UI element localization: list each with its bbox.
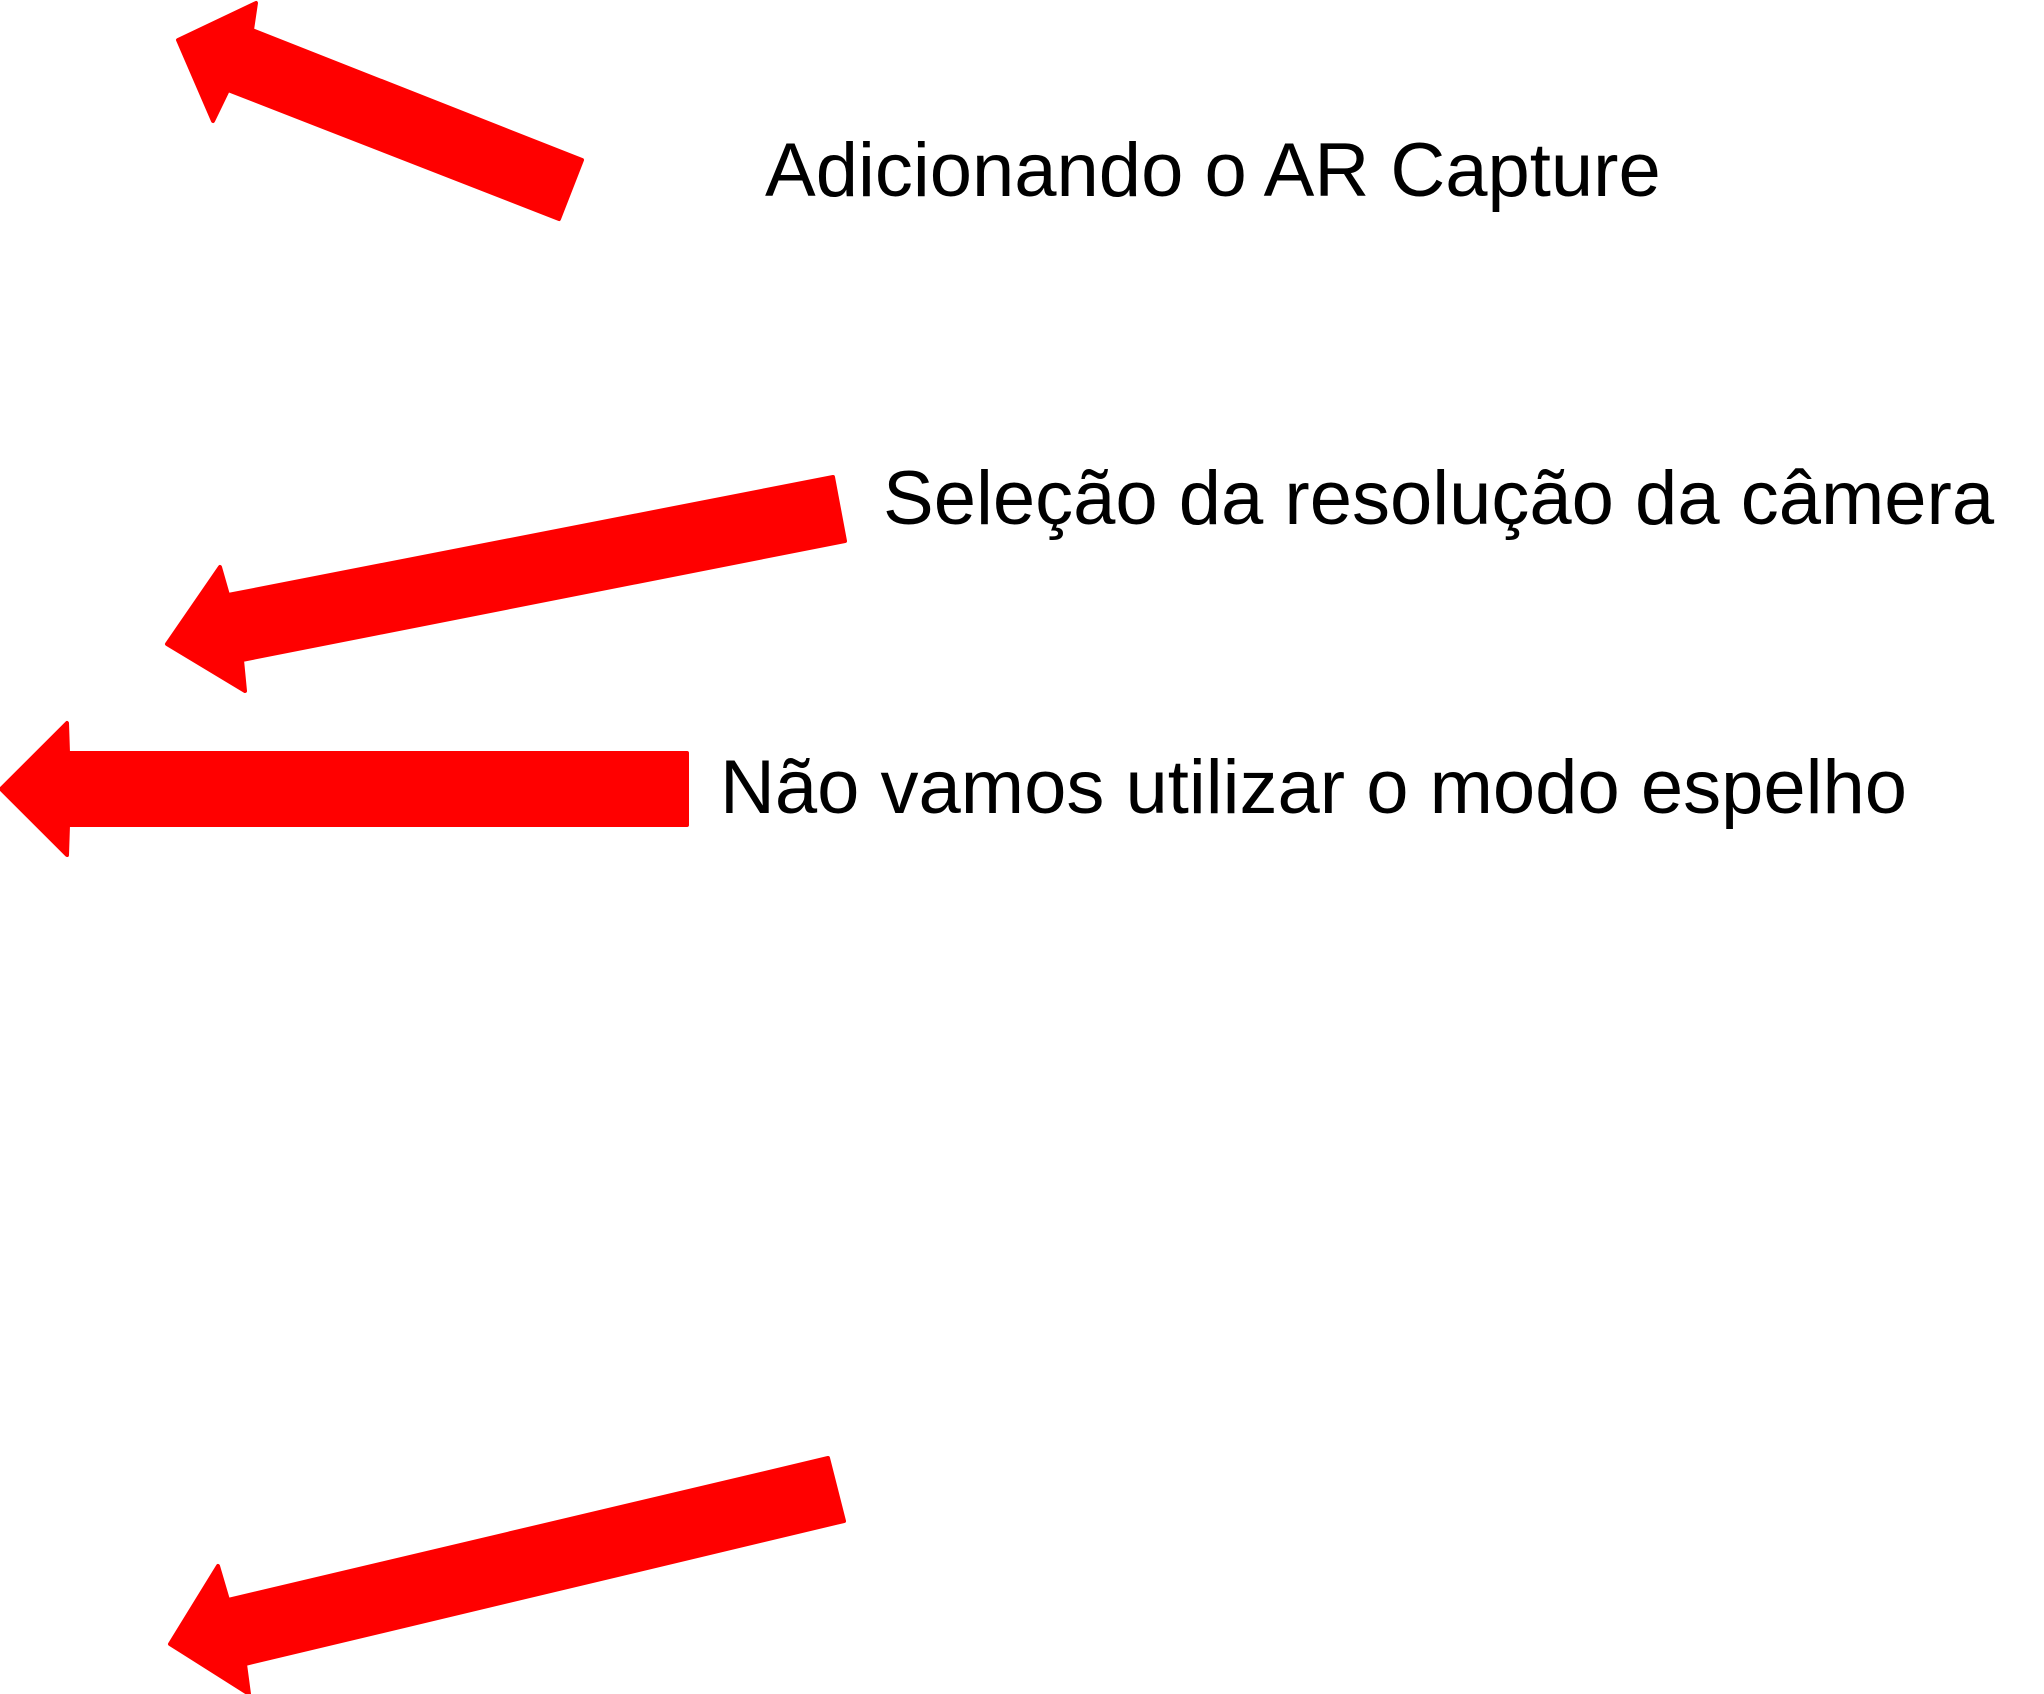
caption-adding-ar-capture: Adicionando o AR Capture <box>765 128 1661 213</box>
caption-mirror-mode: Não vamos utilizar o modo espelho <box>720 745 1908 830</box>
caption-camera-resolution: Seleção da resolução da câmera <box>883 456 1995 541</box>
arrow-left-icon <box>176 1 584 221</box>
arrow-left-icon <box>0 721 689 857</box>
annotation-layer <box>0 1 847 1694</box>
arrow-left-icon <box>165 475 847 693</box>
arrow-left-icon <box>168 1456 846 1694</box>
